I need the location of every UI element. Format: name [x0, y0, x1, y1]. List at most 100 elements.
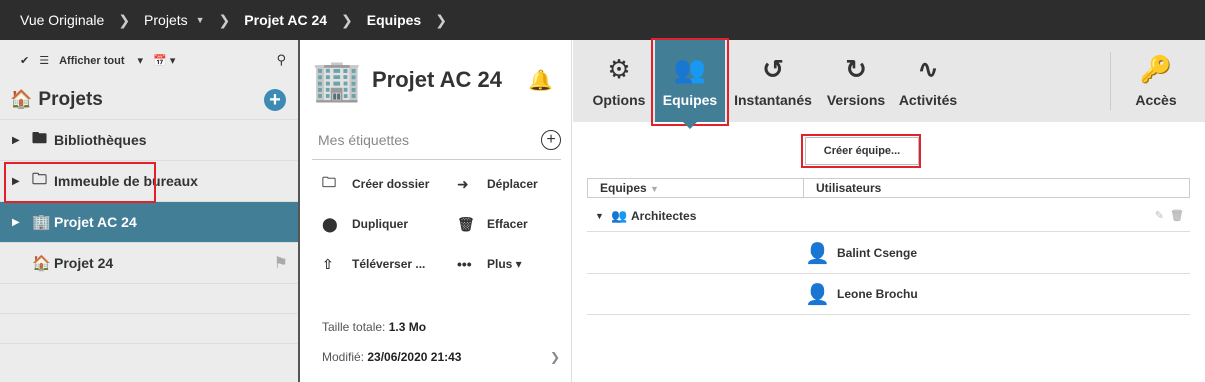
trash-icon: 🗑 — [457, 215, 475, 232]
sidebar-toolbar: ✔ ☰ Afficher tout ▾ 📅 ▾ ⚲ — [0, 40, 298, 80]
modified-label: Modifié: — [322, 350, 365, 364]
chevron-right-icon: ❯ — [341, 11, 353, 28]
bell-icon[interactable]: 🔔 — [528, 68, 553, 93]
sidebar-header: 🏠 Projets + — [0, 80, 298, 120]
duplicate-icon: ⬤ — [322, 215, 338, 232]
sidebar-item-projet-ac-24[interactable]: ▶ 🏢 Projet AC 24 — [0, 202, 298, 243]
check-icon[interactable]: ✔ — [20, 54, 29, 67]
tab-instantanes[interactable]: ↺ Instantanés — [731, 40, 815, 122]
search-icon[interactable]: ⚲ — [276, 52, 286, 68]
team-name: Architectes — [631, 208, 697, 223]
collapse-arrow-icon[interactable]: ▼ — [595, 211, 611, 221]
sidebar-item-bibliotheques[interactable]: ▶ 🖿 Bibliothèques — [0, 120, 298, 161]
list-icon[interactable]: ☰ — [39, 54, 49, 67]
add-project-button[interactable]: + — [264, 88, 286, 111]
col-users-header: Utilisateurs — [816, 181, 882, 195]
tab-label: Versions — [826, 92, 886, 108]
upload-button[interactable]: ⇧ Téléverser ... — [322, 254, 457, 274]
expand-arrow-icon[interactable]: ▶ — [12, 217, 26, 228]
empty-row — [0, 314, 298, 344]
modified-date[interactable]: Modifié: 23/06/2020 21:43 ❯ — [322, 350, 560, 364]
tab-acces[interactable]: 🔑 Accès — [1129, 40, 1183, 122]
folder-icon: 🗀 — [322, 174, 336, 190]
action-label: Déplacer — [487, 177, 538, 191]
row-actions: ✎ 🗑 — [1155, 209, 1184, 222]
sidebar-item-projet-24[interactable]: 🏠 Projet 24 ⚑ — [0, 243, 298, 284]
divider — [1110, 52, 1111, 110]
size-value: 1.3 Mo — [388, 320, 427, 334]
snapshot-icon: ↺ — [762, 54, 784, 84]
tab-label: Options — [592, 92, 646, 108]
key-icon: 🔑 — [1139, 54, 1173, 84]
history-icon: ↻ — [845, 54, 867, 84]
trash-icon[interactable]: 🗑 — [1170, 210, 1184, 222]
upload-icon: ⇧ — [322, 255, 334, 272]
library-folder-icon: 🖿 — [32, 129, 48, 147]
sort-icon: ▼ — [650, 184, 659, 194]
project-actions: 🗀 Créer dossier ➜ Déplacer ⬤ Dupliquer 🗑 Eff… — [302, 174, 571, 274]
tab-label: Activités — [898, 92, 958, 108]
total-size: Taille totale: 1.3 Mo — [322, 320, 426, 334]
highlight-box — [4, 162, 156, 203]
table-row-user[interactable]: 👤 Leone Brochu — [587, 274, 1190, 315]
projects-sidebar: ✔ ☰ Afficher tout ▾ 📅 ▾ ⚲ 🏠 Projets + ▶ … — [0, 40, 300, 382]
chevron-right-icon: ❯ — [218, 11, 231, 28]
arrow-right-icon: ➜ — [457, 175, 469, 192]
breadcrumb-projets[interactable]: Projets ▼ — [144, 12, 205, 28]
chevron-right-icon: ❯ — [435, 11, 447, 28]
user-icon: 👤 — [805, 283, 830, 306]
breadcrumb-project[interactable]: Projet AC 24 — [244, 12, 327, 28]
col-teams-header[interactable]: Equipes ▼ — [588, 179, 804, 197]
projects-home-icon: 🏠 — [10, 89, 33, 109]
user-icon: 👤 — [805, 242, 830, 265]
action-label: Dupliquer — [352, 217, 408, 231]
empty-row — [0, 284, 298, 314]
team-icon: 👥 — [611, 207, 628, 223]
add-tag-button[interactable]: + — [541, 129, 561, 150]
more-dots-icon: ••• — [457, 256, 472, 272]
chevron-right-icon: ❯ — [549, 350, 560, 364]
breadcrumb: Vue Originale ❯ Projets ▼ ❯ Projet AC 24 … — [0, 0, 1205, 40]
create-folder-button[interactable]: 🗀 Créer dossier — [322, 174, 457, 194]
more-button[interactable]: ••• Plus ▾ — [457, 254, 577, 274]
project-header: 🏢 Projet AC 24 🔔 — [302, 40, 571, 120]
activity-icon: ∿ — [917, 54, 939, 84]
delete-button[interactable]: 🗑 Effacer — [457, 214, 577, 234]
highlight-box — [651, 38, 729, 126]
breadcrumb-vue-originale[interactable]: Vue Originale — [20, 12, 104, 28]
tab-pointer — [683, 122, 697, 129]
gear-icon: ⚙ — [607, 54, 631, 84]
tag-icon[interactable]: ⚑ — [274, 253, 288, 273]
edit-icon[interactable]: ✎ — [1155, 210, 1164, 222]
tags-field[interactable]: Mes étiquettes + — [312, 120, 561, 160]
table-row-user[interactable]: 👤 Balint Csenge — [587, 233, 1190, 274]
tab-label: Accès — [1135, 92, 1177, 108]
sidebar-item-label: Projet AC 24 — [54, 214, 137, 230]
show-all-dropdown[interactable]: Afficher tout ▾ — [59, 54, 143, 67]
sidebar-item-label: Bibliothèques — [54, 132, 147, 148]
breadcrumb-equipes[interactable]: Equipes — [367, 12, 421, 28]
tags-placeholder: Mes étiquettes — [318, 131, 410, 148]
caret-down-icon: ▼ — [195, 15, 205, 25]
duplicate-button[interactable]: ⬤ Dupliquer — [322, 214, 457, 234]
project-title: Projet AC 24 — [372, 67, 503, 92]
teams-panel: ⚙ Options 👥 Equipes ↺ Instantanés ↻ Versions… — [573, 38, 1205, 382]
house-icon: 🏠 — [32, 255, 51, 272]
highlight-box — [801, 134, 921, 168]
teams-table-header: Equipes ▼ Utilisateurs — [587, 178, 1190, 198]
tab-options[interactable]: ⚙ Options — [589, 40, 649, 122]
table-row-team[interactable]: ▼ 👥 Architectes ✎ 🗑 — [587, 200, 1190, 232]
breadcrumb-projets-label: Projets — [144, 12, 188, 28]
expand-arrow-icon[interactable]: ▶ — [12, 135, 26, 146]
action-label: Effacer — [487, 217, 528, 231]
tab-label: Instantanés — [734, 92, 812, 108]
modified-value: 23/06/2020 21:43 — [367, 350, 462, 364]
move-button[interactable]: ➜ Déplacer — [457, 174, 577, 194]
action-label: Créer dossier — [352, 177, 430, 191]
calendar-icon[interactable]: 📅 ▾ — [153, 54, 175, 67]
action-label: Téléverser ... — [352, 257, 426, 271]
tab-activites[interactable]: ∿ Activités — [895, 40, 961, 122]
chevron-right-icon: ❯ — [118, 11, 131, 28]
sidebar-item-label: Projet 24 — [54, 255, 114, 271]
tab-versions[interactable]: ↻ Versions — [823, 40, 889, 122]
